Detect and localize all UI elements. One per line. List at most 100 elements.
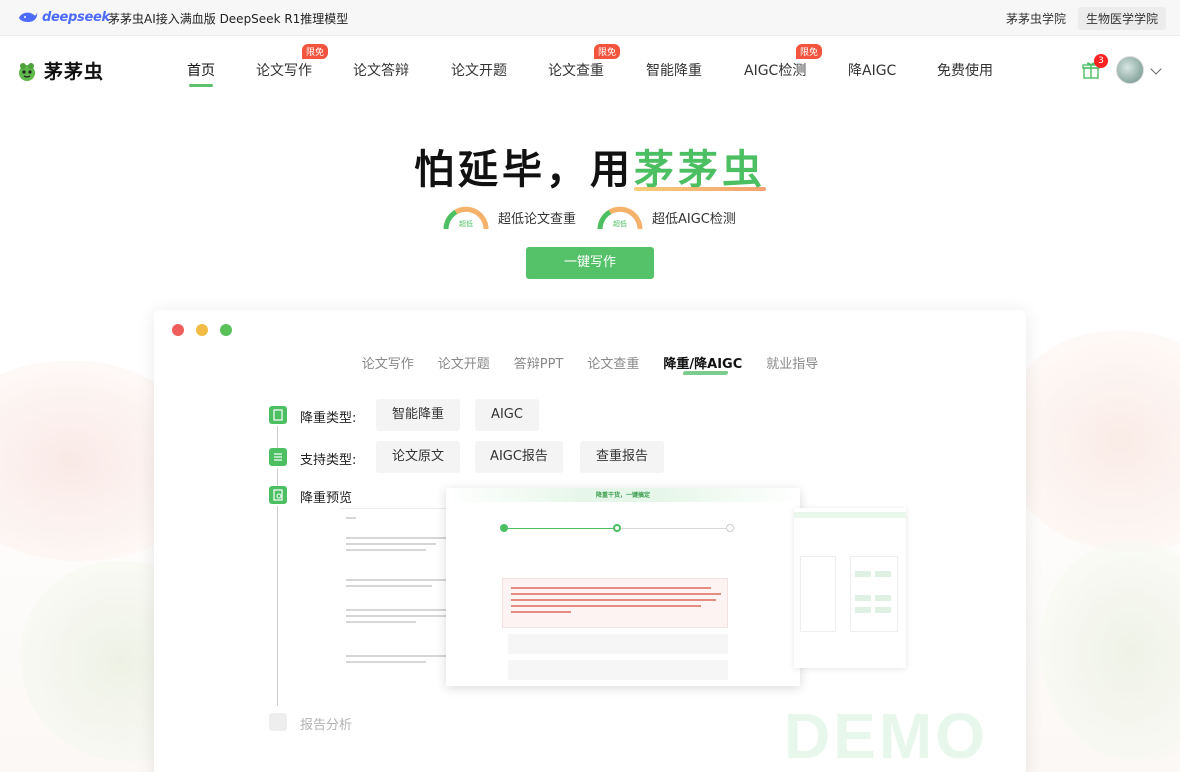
text-line [346,543,436,545]
nav-thesis-writing[interactable]: 论文写作 [256,60,312,80]
mini-chip [875,595,891,601]
mini-chip [875,571,891,577]
progress-step-dot [613,524,621,532]
gauge-icon: 超低 [442,203,490,231]
gauge-label: 超低 [459,220,473,228]
text-line [346,661,426,663]
mini-chip [855,571,871,577]
nav-home[interactable]: 首页 [187,60,215,87]
highlighted-result-block [502,578,728,628]
window-maximize-dot [220,324,232,336]
report-analysis-label: 报告分析 [300,718,353,733]
text-line [511,587,711,589]
one-click-write-button[interactable]: 一键写作 [526,247,654,279]
nav-aigc-detection[interactable]: AIGC检测 [744,60,806,80]
free-badge: 限免 [796,44,823,59]
hero-headline: 怕延毕，用茅茅虫 [0,137,1180,195]
demo-tabs: 论文写作 论文开题 答辩PPT 论文查重 降重/降AIGC 就业指导 [154,353,1026,372]
avatar[interactable] [1116,56,1144,84]
preview-header [794,512,906,518]
window-minimize-dot [196,324,208,336]
mini-chip [855,607,871,613]
nav-free-use[interactable]: 免费使用 [937,60,993,80]
report-icon [269,713,287,731]
preview-title: 降重干货，一键搞定 [595,492,650,499]
text-line [511,605,701,607]
nav-reduce-aigc[interactable]: 降AIGC [848,60,896,80]
aigc-report-chip[interactable]: AIGC报告 [475,441,563,473]
step-connector [277,426,278,448]
preview-main-screen: 降重干货，一键搞定 [446,488,800,686]
smart-rewrite-chip[interactable]: 智能降重 [376,399,460,431]
whale-icon [19,12,38,22]
announcement-text: 茅茅虫AI接入满血版 DeepSeek R1推理模型 [108,12,349,26]
chevron-down-icon[interactable] [1150,63,1162,75]
text-line [346,517,356,519]
window-close-dot [172,324,184,336]
list-icon [269,448,287,466]
deepseek-logo-text: deepseek [42,9,110,25]
aigc-chip[interactable]: AIGC [475,399,539,431]
progress-step-dot [726,524,734,532]
tab-defense-ppt[interactable]: 答辩PPT [514,353,564,372]
feature-text: 超低论文查重 [498,211,577,227]
tab-reduce[interactable]: 降重/降AIGC [663,353,742,372]
preview-side-screen [794,508,906,668]
text-line [346,615,446,617]
nav-plagiarism-check[interactable]: 论文查重 [548,60,604,80]
feature-low-plagiarism: 超低 超低论文查重 [442,203,576,231]
free-badge: 限免 [594,44,621,59]
document-icon [269,406,287,424]
option-block [508,660,728,680]
academy-link[interactable]: 茅茅虫学院 [998,7,1074,30]
mini-chip [875,607,891,613]
main-navbar: 茅茅虫 首页 论文写作 限免 论文答辩 论文开题 论文查重 限免 智能降重 AI… [0,37,1180,101]
option-block [508,634,728,654]
reduce-type-label: 降重类型: [300,411,357,426]
text-line [346,549,426,551]
text-line [511,611,571,613]
preview-icon [269,486,287,504]
tab-career[interactable]: 就业指导 [766,353,818,372]
text-line [511,599,716,601]
progress-step-dot [500,524,508,532]
text-line [346,655,446,657]
plagiarism-report-chip[interactable]: 查重报告 [580,441,664,473]
caterpillar-logo-icon [19,62,35,81]
progress-fill [504,528,617,529]
text-line [346,579,446,581]
headline-prefix: 怕延毕，用 [414,147,634,193]
headline-highlight: 茅茅虫 [634,147,766,193]
demo-window: 论文写作 论文开题 答辩PPT 论文查重 降重/降AIGC 就业指导 降重类型:… [154,310,1026,772]
text-line [346,537,446,539]
leaf-decoration [1040,541,1180,761]
nav-thesis-proposal[interactable]: 论文开题 [451,60,507,80]
tab-plagiarism-check[interactable]: 论文查重 [587,353,639,372]
hero-section: 怕延毕，用茅茅虫 超低 超低论文查重 超低 超低AIGC检测 一键写作 论文写作… [0,101,1180,772]
text-line [346,609,446,611]
feature-text: 超低AIGC检测 [652,211,736,227]
text-line [511,593,721,595]
brand-name: 茅茅虫 [44,61,105,83]
support-type-label: 支持类型: [300,453,357,468]
flower-decoration [1000,331,1180,551]
demo-watermark: DEMO [784,700,988,772]
feature-low-aigc: 超低 超低AIGC检测 [596,203,736,231]
nav-smart-rewrite[interactable]: 智能降重 [646,60,702,80]
tab-thesis-proposal[interactable]: 论文开题 [438,353,490,372]
preview-panel [800,556,836,632]
preview-panel [850,556,898,632]
nav-thesis-defense[interactable]: 论文答辩 [353,60,409,80]
biomed-academy-link[interactable]: 生物医学学院 [1078,7,1167,30]
gauge-label: 超低 [613,220,627,228]
step-connector [277,506,278,706]
tab-thesis-writing[interactable]: 论文写作 [362,353,414,372]
text-line [346,621,416,623]
deepseek-logo[interactable]: deepseek [18,9,110,25]
notification-count-badge: 3 [1094,54,1108,68]
original-paper-chip[interactable]: 论文原文 [376,441,460,473]
preview-label: 降重预览 [300,491,353,506]
mini-chip [855,595,871,601]
brand-logo[interactable]: 茅茅虫 [16,57,104,84]
free-badge: 限免 [302,44,329,59]
